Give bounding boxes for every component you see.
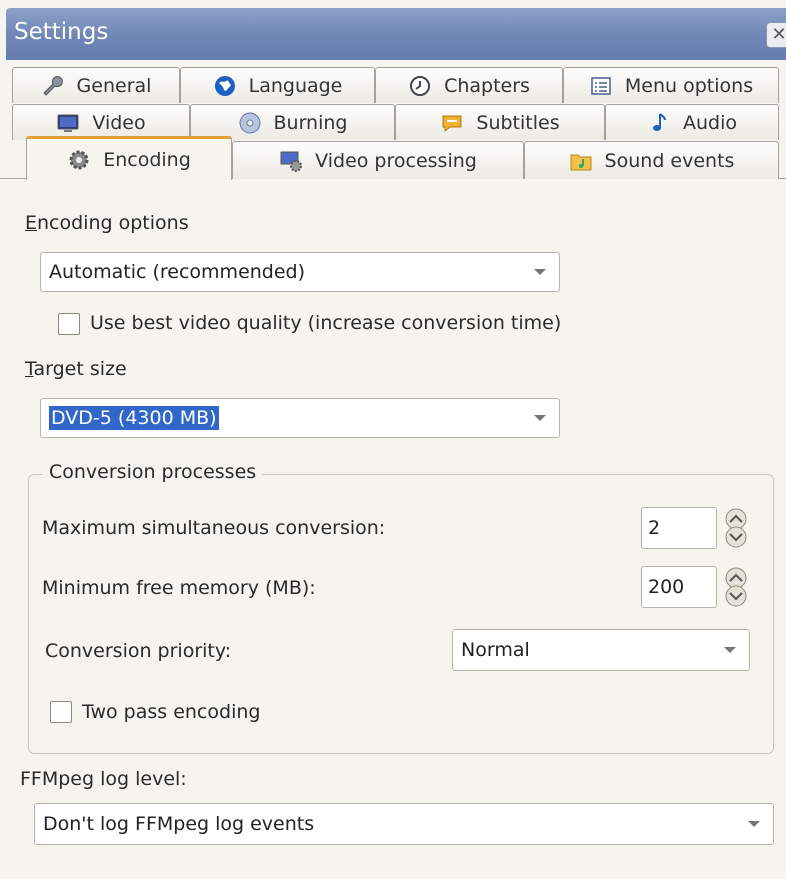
wrench-icon bbox=[42, 75, 63, 96]
target-size-select[interactable]: DVD-5 (4300 MB) bbox=[40, 398, 560, 438]
min-free-memory-label: Minimum free memory (MB): bbox=[42, 577, 316, 599]
best-quality-checkbox[interactable] bbox=[58, 313, 80, 335]
close-button[interactable]: ✕ bbox=[766, 22, 786, 48]
tab-label: Video processing bbox=[315, 149, 477, 172]
max-simultaneous-label: Maximum simultaneous conversion: bbox=[42, 517, 386, 539]
tab-label: Chapters bbox=[444, 74, 530, 97]
tab-video-processing[interactable]: Video processing bbox=[232, 141, 524, 179]
tab-label: Burning bbox=[273, 111, 348, 134]
tab-subtitles[interactable]: Subtitles bbox=[395, 104, 605, 140]
tab-label: Video bbox=[92, 111, 146, 134]
title-bar: Settings ✕ bbox=[6, 8, 786, 60]
target-size-label: Target size bbox=[25, 358, 127, 380]
accelerator-key: E bbox=[25, 212, 38, 234]
tab-label: Menu options bbox=[624, 74, 754, 97]
selected-value: Don't log FFMpeg log events bbox=[43, 813, 315, 835]
ffmpeg-log-level-select[interactable]: Don't log FFMpeg log events bbox=[34, 803, 774, 845]
tab-label: Encoding bbox=[103, 148, 191, 171]
tab-label: Language bbox=[248, 74, 343, 97]
tab-label: Subtitles bbox=[476, 111, 560, 134]
tab-menu-options[interactable]: Menu options bbox=[563, 67, 779, 103]
encoding-options-select[interactable]: Automatic (recommended) bbox=[40, 252, 560, 292]
conversion-priority-select[interactable]: Normal bbox=[452, 629, 750, 671]
group-legend: Conversion processes bbox=[43, 461, 263, 483]
selected-value: Normal bbox=[461, 639, 530, 661]
disc-icon bbox=[239, 112, 260, 133]
speech-bubble-icon bbox=[442, 115, 462, 132]
clock-icon bbox=[410, 75, 431, 96]
tab-label: Sound events bbox=[604, 149, 735, 172]
chevron-down-icon[interactable] bbox=[521, 253, 559, 291]
tab-label: Audio bbox=[682, 111, 737, 134]
label-text: arget size bbox=[33, 358, 127, 380]
music-folder-icon bbox=[570, 154, 592, 170]
music-note-icon bbox=[652, 112, 666, 131]
spin-updown-icon[interactable] bbox=[722, 567, 750, 607]
menu-list-icon bbox=[591, 76, 611, 95]
encoding-options-label: Encoding options bbox=[25, 212, 189, 234]
globe-icon bbox=[214, 75, 235, 96]
two-pass-checkbox[interactable] bbox=[50, 701, 72, 723]
window-title: Settings bbox=[14, 19, 109, 45]
chevron-down-icon[interactable] bbox=[735, 804, 773, 844]
tab-audio[interactable]: Audio bbox=[605, 104, 779, 140]
selected-value: Automatic (recommended) bbox=[49, 261, 306, 283]
monitor-gear-icon bbox=[280, 151, 303, 172]
chevron-down-icon[interactable] bbox=[521, 399, 559, 437]
tab-sound-events[interactable]: Sound events bbox=[524, 141, 779, 179]
gear-icon bbox=[69, 150, 89, 169]
conversion-priority-label: Conversion priority: bbox=[45, 640, 232, 662]
best-quality-label: Use best video quality (increase convers… bbox=[90, 312, 562, 334]
ffmpeg-log-level-label: FFMpeg log level: bbox=[20, 768, 187, 790]
monitor-icon bbox=[57, 114, 79, 132]
tab-label: General bbox=[76, 74, 152, 97]
tab-language[interactable]: Language bbox=[180, 67, 375, 103]
tab-encoding[interactable]: Encoding bbox=[26, 136, 232, 180]
two-pass-label: Two pass encoding bbox=[82, 701, 261, 723]
tab-video[interactable]: Video bbox=[12, 104, 190, 140]
chevron-down-icon[interactable] bbox=[711, 630, 749, 670]
tab-chapters[interactable]: Chapters bbox=[375, 67, 563, 103]
max-simultaneous-input[interactable]: 2 bbox=[641, 507, 717, 549]
spin-updown-icon[interactable] bbox=[722, 508, 750, 548]
tab-burning[interactable]: Burning bbox=[190, 104, 395, 140]
selected-value: DVD-5 (4300 MB) bbox=[49, 406, 219, 430]
min-free-memory-input[interactable]: 200 bbox=[641, 566, 717, 608]
tab-general[interactable]: General bbox=[12, 67, 180, 103]
label-text: ncoding options bbox=[37, 212, 189, 234]
